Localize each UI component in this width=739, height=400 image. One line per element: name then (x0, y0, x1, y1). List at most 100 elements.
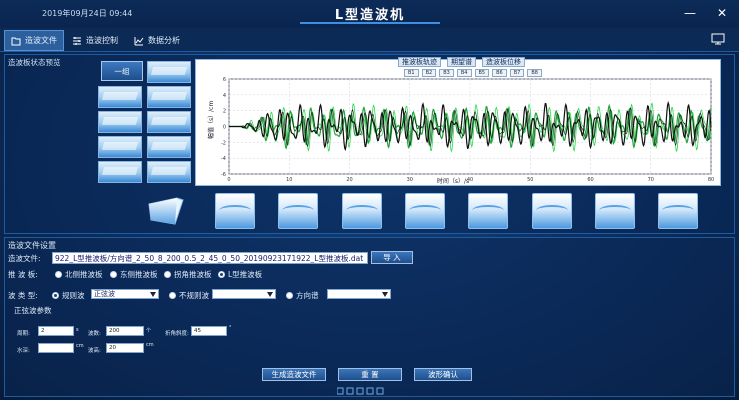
legend-b8[interactable]: B8 (527, 69, 542, 77)
legend-row: B1 B2 B3 B4 B5 B6 B7 B8 (404, 69, 542, 77)
paddle-preview[interactable] (215, 193, 255, 229)
radio-north-board[interactable]: 北侧推波板 (55, 269, 103, 280)
x-tick-label: 30 (407, 177, 413, 183)
paddle-thumbnail[interactable] (147, 111, 191, 133)
monitor-icon[interactable] (711, 33, 725, 45)
radio-circle (52, 292, 59, 299)
y-tick-label: -4 (221, 156, 226, 162)
regular-wave-select[interactable]: 正弦波 (91, 289, 159, 299)
generate-file-button[interactable]: 生成造波文件 (262, 368, 326, 381)
minimize-button[interactable]: — (683, 6, 697, 20)
paddle-thumbnail[interactable] (147, 86, 191, 108)
paddle-thumbnail[interactable] (98, 86, 142, 108)
paddle-thumbnail[interactable] (147, 61, 191, 83)
tab-wave-file[interactable]: 造波文件 (4, 30, 64, 51)
radio-circle (55, 271, 62, 278)
period-unit: s (76, 327, 79, 333)
select-value: 正弦波 (94, 290, 115, 298)
chevron-down-icon (267, 292, 273, 297)
wave-chart: 0 10 20 30 40 50 60 70 806420-2-4-6 幅值（s）/cm 时间（… (207, 77, 714, 185)
directional-spectrum-select[interactable] (327, 289, 391, 299)
paddle-thumbnail[interactable] (147, 136, 191, 158)
chart-icon (134, 36, 144, 45)
x-tick-label: 20 (346, 177, 352, 183)
height-unit: cm (146, 342, 154, 348)
reset-button[interactable]: 重 置 (338, 368, 402, 381)
paddle-thumbnail[interactable] (98, 136, 142, 158)
count-label: 波数: (88, 331, 101, 337)
paddle-preview[interactable] (468, 193, 508, 229)
x-axis-label: 时间（s）/s (437, 177, 469, 185)
wave-type-label: 波 类 型: (8, 291, 38, 300)
radio-irregular-wave[interactable]: 不规则波 (169, 290, 209, 301)
radio-east-board[interactable]: 东侧推波板 (110, 269, 158, 280)
count-input[interactable]: 200 (106, 326, 144, 336)
tab-bar: 造波文件 造波控制 数据分析 (0, 28, 739, 52)
paddle-preview[interactable] (595, 193, 635, 229)
chart-tab-target-spectrum[interactable]: 期望谱 (447, 57, 476, 67)
radio-circle (218, 271, 225, 278)
radio-circle (164, 271, 171, 278)
paddle-preview[interactable] (532, 193, 572, 229)
app-title: L型造波机 (300, 4, 440, 24)
radio-regular-wave[interactable]: 规则波 (52, 290, 85, 301)
x-tick-label: 0 (227, 177, 230, 183)
irregular-wave-select[interactable] (212, 289, 276, 299)
period-input[interactable]: 2 (38, 326, 74, 336)
legend-b4[interactable]: B4 (456, 69, 472, 77)
y-axis-label: 幅值（s）/cm (207, 101, 215, 139)
legend-b7[interactable]: B7 (509, 69, 525, 77)
y-tick-label: 2 (223, 109, 226, 115)
height-input[interactable]: 20 (106, 343, 144, 353)
tab-data-analysis[interactable]: 数据分析 (128, 30, 190, 51)
file-label: 造波文件: (8, 254, 41, 263)
depth-label: 水深: (17, 348, 30, 354)
file-path-input[interactable]: 922_L型推波板/方向谱_2_50_8_200_0.5_2_45_0_50_2… (52, 252, 368, 264)
paddle-preview[interactable] (658, 193, 698, 229)
radio-label: 方向谱 (296, 291, 319, 300)
depth-input[interactable] (38, 343, 74, 353)
chart-tab-trajectory[interactable]: 推波板轨迹 (398, 57, 441, 67)
y-tick-label: 0 (223, 125, 226, 131)
depth-unit: cm (76, 343, 84, 349)
legend-b5[interactable]: B5 (474, 69, 490, 77)
import-button[interactable]: 导 入 (371, 251, 413, 264)
group-button[interactable]: 一组 (101, 61, 143, 81)
sine-params-title: 正弦波参数 (14, 306, 52, 315)
radio-directional-spectrum[interactable]: 方向谱 (286, 290, 319, 301)
close-button[interactable]: ✕ (715, 6, 729, 20)
radio-l-board[interactable]: L型推波板 (218, 269, 262, 280)
brand-logo (337, 387, 384, 395)
radio-circle (286, 292, 293, 299)
paddle-thumbnail[interactable] (147, 161, 191, 183)
paddle-thumbnail[interactable] (98, 111, 142, 133)
paddle-preview[interactable] (278, 193, 318, 229)
paddle-preview[interactable] (342, 193, 382, 229)
radio-label: 不规则波 (179, 291, 209, 300)
x-tick-label: 80 (708, 177, 714, 183)
angle-unit: ° (229, 325, 232, 331)
chevron-down-icon (150, 292, 156, 297)
radio-corner-board[interactable]: 拐角推波板 (164, 269, 212, 280)
l-paddle-thumbnail[interactable] (147, 196, 185, 226)
paddle-preview[interactable] (405, 193, 445, 229)
tab-label: 造波控制 (86, 36, 118, 45)
chart-tab-displacement[interactable]: 造波板位移 (482, 57, 525, 67)
legend-b1[interactable]: B1 (404, 69, 419, 77)
datetime: 2019年09月24日 09:44 (42, 9, 133, 18)
y-tick-label: 4 (223, 93, 226, 99)
tab-wave-control[interactable]: 造波控制 (66, 30, 128, 51)
legend-b6[interactable]: B6 (492, 69, 507, 77)
legend-b2[interactable]: B2 (421, 69, 437, 77)
y-tick-label: -6 (221, 172, 226, 178)
angle-input[interactable]: 45 (191, 326, 227, 336)
radio-label: 规则波 (62, 291, 85, 300)
paddle-thumbnail[interactable] (98, 161, 142, 183)
radio-label: 北侧推波板 (65, 270, 103, 279)
height-label: 波高: (88, 348, 101, 354)
confirm-wave-button[interactable]: 波形确认 (414, 368, 472, 381)
legend-b3[interactable]: B3 (439, 69, 454, 77)
count-unit: 个 (146, 328, 152, 334)
chart-ticks: 0 10 20 30 40 50 60 70 806420-2-4-6 (221, 77, 714, 183)
period-label: 周期: (17, 331, 30, 337)
